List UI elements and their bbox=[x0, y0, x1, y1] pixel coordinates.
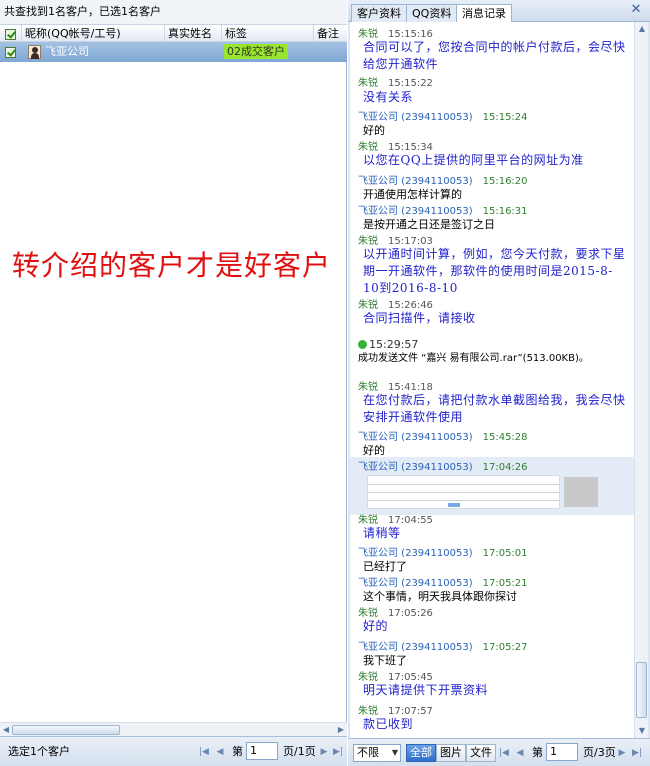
column-real-name[interactable]: 真实姓名 bbox=[165, 25, 222, 42]
page-prefix: 第 bbox=[532, 746, 543, 759]
history-footer: 不限 ▼ 全部 图片 文件 |◀ ◀ 第 1 页/3页 ▶ ▶| bbox=[348, 738, 650, 766]
message-header: 朱锐 15:26:46 bbox=[358, 300, 433, 311]
message-header: 飞亚公司 (2394110053) 15:15:24 bbox=[358, 112, 528, 123]
message-text: 在您付款后，请把付款水单截图给我，我会尽快安排开通软件使用 bbox=[363, 393, 626, 424]
message-text: 这个事情，明天我具体跟你探讨 bbox=[363, 590, 517, 603]
message-text: 没有关系 bbox=[363, 90, 414, 104]
scrollbar-thumb[interactable] bbox=[12, 725, 120, 735]
page-input[interactable]: 1 bbox=[246, 742, 278, 760]
message-header: 飞亚公司 (2394110053) 15:45:28 bbox=[358, 432, 528, 443]
message-text: 是按开通之日还是签订之日 bbox=[363, 218, 495, 231]
slogan-text: 转介绍的客户才是好客户 bbox=[12, 249, 332, 282]
message-header: 朱锐 15:41:18 bbox=[358, 382, 433, 393]
row-name: 飞亚公司 bbox=[45, 45, 89, 58]
column-tag[interactable]: 标签 bbox=[222, 25, 314, 42]
image-message[interactable]: 飞亚公司 (2394110053) 17:04:26 bbox=[350, 457, 634, 515]
dropdown-icon: ▼ bbox=[391, 748, 398, 757]
message-header: 朱锐 17:05:45 bbox=[358, 672, 433, 683]
next-page-icon[interactable]: ▶ bbox=[616, 746, 628, 760]
customer-tag-badge[interactable]: 02成交客户 bbox=[224, 44, 288, 59]
message-header: 朱锐 17:05:26 bbox=[358, 608, 433, 619]
next-page-icon[interactable]: ▶ bbox=[318, 745, 330, 759]
grid-header: 昵称(QQ帐号/工号) 真实姓名 标签 备注 bbox=[0, 24, 347, 42]
message-text: 已经打了 bbox=[363, 560, 407, 573]
table-row[interactable]: 飞亚公司 02成交客户 bbox=[0, 42, 347, 62]
customer-list-panel: 共查找到1名客户，已选1名客户 昵称(QQ帐号/工号) 真实姓名 标签 备注 飞… bbox=[0, 0, 347, 766]
last-page-icon[interactable]: ▶| bbox=[332, 745, 344, 759]
file-sent-text: 成功发送文件 “嘉兴 易有限公司.rar”(513.00KB)。 bbox=[358, 353, 589, 364]
message-header: 飞亚公司 (2394110053) 15:16:20 bbox=[358, 176, 528, 187]
detail-panel: 客户资料 QQ资料 消息记录 ✕ 朱锐 15:15:16 合同可以了，您按合同中的… bbox=[348, 0, 650, 766]
message-header: 飞亚公司 (2394110053) 17:04:26 bbox=[358, 462, 528, 473]
prev-page-icon[interactable]: ◀ bbox=[214, 745, 226, 759]
message-header: 飞亚公司 (2394110053) 17:05:27 bbox=[358, 642, 528, 653]
message-header: 朱锐 17:04:55 bbox=[358, 515, 433, 526]
prev-page-icon[interactable]: ◀ bbox=[514, 746, 526, 760]
column-note[interactable]: 备注 bbox=[314, 25, 347, 42]
search-summary: 共查找到1名客户，已选1名客户 bbox=[0, 0, 347, 24]
message-text: 好的 bbox=[363, 619, 389, 633]
page-input[interactable]: 1 bbox=[546, 743, 578, 761]
message-header: 朱锐 15:15:34 bbox=[358, 142, 433, 153]
last-page-icon[interactable]: ▶| bbox=[631, 746, 643, 760]
message-text: 合同可以了，您按合同中的帐户付款后，会尽快给您开通软件 bbox=[363, 40, 626, 71]
avatar-icon bbox=[28, 45, 41, 59]
column-nickname[interactable]: 昵称(QQ帐号/工号) bbox=[22, 25, 165, 42]
first-page-icon[interactable]: |◀ bbox=[198, 745, 210, 759]
message-header: 飞亚公司 (2394110053) 15:16:31 bbox=[358, 206, 528, 217]
message-text: 我下班了 bbox=[363, 654, 407, 667]
message-header: 飞亚公司 (2394110053) 17:05:01 bbox=[358, 548, 528, 559]
scroll-right-icon[interactable]: ▶ bbox=[336, 724, 346, 736]
message-text: 明天请提供下开票资料 bbox=[363, 683, 489, 697]
vertical-scrollbar[interactable]: ▲ ▼ bbox=[634, 22, 648, 738]
page-total: 页/1页 bbox=[283, 745, 316, 758]
page-prefix: 第 bbox=[232, 745, 243, 758]
close-icon[interactable]: ✕ bbox=[629, 3, 643, 17]
message-header: 朱锐 17:07:57 bbox=[358, 706, 433, 717]
message-header: 朱锐 15:15:22 bbox=[358, 78, 433, 89]
tab-customer-info[interactable]: 客户资料 bbox=[351, 4, 407, 22]
message-text: 以您在QQ上提供的阿里平台的网址为准 bbox=[363, 153, 584, 167]
tab-message-history[interactable]: 消息记录 bbox=[456, 4, 512, 23]
selection-status: 选定1个客户 bbox=[8, 745, 70, 758]
message-header: 朱锐 15:15:16 bbox=[358, 29, 433, 40]
page-total: 页/3页 bbox=[583, 746, 616, 759]
message-history: 朱锐 15:15:16 合同可以了，您按合同中的帐户付款后，会尽快给您开通软件 朱… bbox=[350, 22, 634, 738]
tab-bar: 客户资料 QQ资料 消息记录 ✕ bbox=[348, 0, 650, 23]
scroll-down-icon[interactable]: ▼ bbox=[636, 725, 648, 737]
message-text: 合同扫描件，请接收 bbox=[363, 311, 476, 325]
filter-all-button[interactable]: 全部 bbox=[406, 744, 436, 762]
checkbox-icon bbox=[5, 46, 16, 58]
tab-qq-info[interactable]: QQ资料 bbox=[406, 4, 458, 22]
message-text: 请稍等 bbox=[363, 526, 401, 540]
scroll-up-icon[interactable]: ▲ bbox=[636, 23, 648, 35]
message-text: 好的 bbox=[363, 124, 385, 137]
message-header: 朱锐 15:17:03 bbox=[358, 236, 433, 247]
filter-images-button[interactable]: 图片 bbox=[436, 744, 466, 762]
select-all-checkbox[interactable] bbox=[0, 25, 22, 42]
row-checkbox[interactable] bbox=[5, 42, 16, 62]
first-page-icon[interactable]: |◀ bbox=[498, 746, 510, 760]
filter-files-button[interactable]: 文件 bbox=[466, 744, 496, 762]
image-placeholder bbox=[564, 477, 598, 507]
screenshot-thumbnail[interactable] bbox=[367, 475, 560, 509]
message-text: 以开通时间计算，例如，您今天付款，要求下星期一开通软件，那软件的使用时间是201… bbox=[363, 247, 626, 295]
horizontal-scrollbar[interactable]: ◀ ▶ bbox=[0, 722, 347, 736]
filter-select[interactable]: 不限 ▼ bbox=[353, 744, 401, 762]
scroll-left-icon[interactable]: ◀ bbox=[1, 724, 11, 736]
message-text: 款已收到 bbox=[363, 717, 414, 731]
message-text: 开通使用怎样计算的 bbox=[363, 188, 462, 201]
scrollbar-thumb[interactable] bbox=[636, 662, 647, 718]
success-icon bbox=[358, 340, 367, 349]
message-header: 飞亚公司 (2394110053) 17:05:21 bbox=[358, 578, 528, 589]
checkbox-icon bbox=[5, 28, 16, 40]
list-footer: 选定1个客户 |◀ ◀ 第 1 页/1页 ▶ ▶| bbox=[0, 736, 347, 766]
